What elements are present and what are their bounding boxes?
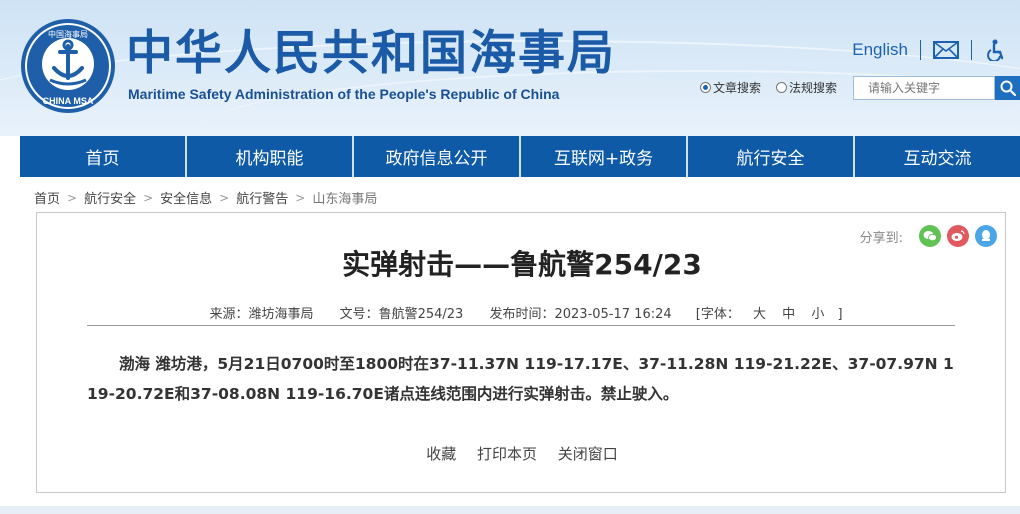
radio-label: 法规搜索 bbox=[789, 81, 838, 95]
site-subtitle: Maritime Safety Administration of the Pe… bbox=[128, 86, 560, 102]
article-doc-number: 文号：鲁航警254/23 bbox=[339, 307, 464, 322]
breadcrumb: 首页 > 航行安全 > 安全信息 > 航行警告 > 山东海事局 bbox=[34, 188, 377, 208]
radio-dot-selected[interactable] bbox=[700, 82, 711, 93]
page-bottom-bar bbox=[0, 506, 1020, 514]
article-body: 渤海 潍坊港，5月21日0700时至1800时在37-11.37N 119-17… bbox=[87, 355, 954, 403]
font-size-small[interactable]: 小 bbox=[811, 307, 824, 322]
nav-item-home[interactable]: 首页 bbox=[20, 136, 187, 177]
site-title: 中华人民共和国海事局 bbox=[126, 26, 616, 81]
font-size-control: [字体： 大 中 小 ] bbox=[693, 307, 846, 322]
font-size-label: [字体： bbox=[695, 307, 740, 322]
nav-item-gov-info[interactable]: 政府信息公开 bbox=[354, 136, 521, 177]
article-title: 实弹射击——鲁航警254/23 bbox=[342, 248, 702, 281]
article-meta: 来源：潍坊海事局 文号：鲁航警254/23 发布时间：2023-05-17 16… bbox=[37, 303, 1007, 322]
msa-logo[interactable]: 中国海事局 CHINA MSA bbox=[20, 18, 116, 114]
font-size-bracket: ] bbox=[837, 307, 843, 322]
article-actions: 收藏 打印本页 关闭窗口 bbox=[37, 443, 1007, 464]
favorite-button[interactable]: 收藏 bbox=[426, 445, 456, 463]
article-publish-time: 发布时间：2023-05-17 16:24 bbox=[489, 307, 672, 322]
radio-regulation-search[interactable]: 法规搜索 bbox=[776, 79, 837, 96]
print-button[interactable]: 打印本页 bbox=[477, 445, 537, 463]
breadcrumb-arrow-icon: > bbox=[143, 190, 154, 205]
breadcrumb-arrow-icon: > bbox=[295, 190, 306, 205]
radio-label: 文章搜索 bbox=[713, 81, 762, 95]
article-panel: 分享到: 实弹射击——鲁航警254/23 来源：潍坊海事局 文号：鲁航警254/… bbox=[36, 212, 1006, 493]
nav-item-functions[interactable]: 机构职能 bbox=[187, 136, 354, 177]
nav-item-internet-gov[interactable]: 互联网+政务 bbox=[521, 136, 688, 177]
breadcrumb-arrow-icon: > bbox=[67, 190, 78, 205]
logo-bottom-text: CHINA MSA bbox=[43, 96, 94, 106]
mail-icon[interactable] bbox=[933, 41, 959, 59]
breadcrumb-arrow-icon: > bbox=[219, 190, 230, 205]
top-links: English bbox=[852, 36, 1006, 64]
close-window-button[interactable]: 关闭窗口 bbox=[558, 445, 618, 463]
breadcrumb-item[interactable]: 航行安全 bbox=[84, 188, 136, 207]
divider bbox=[920, 40, 921, 60]
divider bbox=[971, 40, 972, 60]
article-source: 来源：潍坊海事局 bbox=[209, 307, 314, 322]
nav-item-navigation-safety[interactable]: 航行安全 bbox=[688, 136, 855, 177]
english-link[interactable]: English bbox=[852, 40, 908, 60]
search-icon bbox=[1000, 80, 1016, 96]
font-size-large[interactable]: 大 bbox=[753, 307, 766, 322]
breadcrumb-item[interactable]: 航行警告 bbox=[236, 188, 288, 207]
radio-article-search[interactable]: 文章搜索 bbox=[700, 79, 761, 96]
main-nav: 首页 机构职能 政府信息公开 互联网+政务 航行安全 互动交流 bbox=[20, 136, 1020, 177]
logo-top-text: 中国海事局 bbox=[48, 29, 88, 39]
search-input[interactable] bbox=[853, 76, 995, 100]
font-size-medium[interactable]: 中 bbox=[782, 307, 795, 322]
article-divider bbox=[87, 325, 955, 326]
search-area: 文章搜索 法规搜索 bbox=[700, 74, 1020, 100]
nav-item-interaction[interactable]: 互动交流 bbox=[855, 136, 1020, 177]
search-button[interactable] bbox=[995, 76, 1020, 100]
breadcrumb-item[interactable]: 安全信息 bbox=[160, 188, 212, 207]
breadcrumb-item-current[interactable]: 山东海事局 bbox=[312, 188, 377, 207]
breadcrumb-item[interactable]: 首页 bbox=[34, 188, 60, 207]
site-header: 中国海事局 CHINA MSA 中华人民共和国海事局 Maritime Safe… bbox=[0, 0, 1020, 136]
accessibility-icon[interactable] bbox=[984, 39, 1006, 61]
radio-dot[interactable] bbox=[776, 82, 787, 93]
